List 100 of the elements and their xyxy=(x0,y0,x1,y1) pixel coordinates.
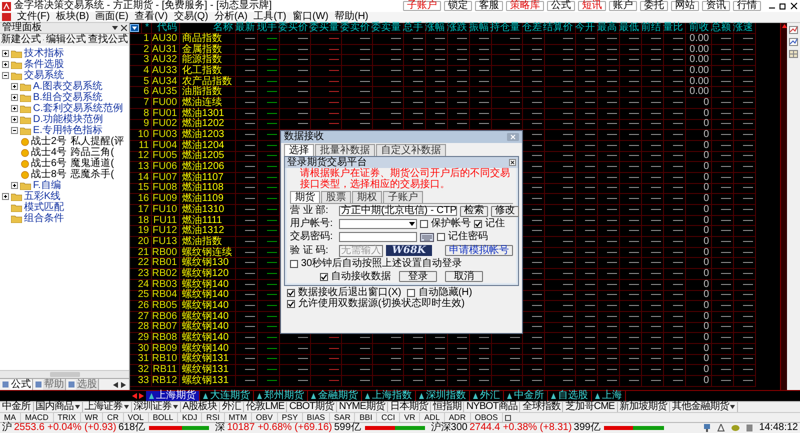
menu-item[interactable]: 画面(E) xyxy=(95,12,128,22)
plus-icon[interactable] xyxy=(11,182,18,189)
tree-item[interactable]: D.功能模块范例 xyxy=(33,114,103,124)
column-header[interactable]: * xyxy=(145,23,149,33)
column-header[interactable]: 委卖量 xyxy=(371,23,401,33)
tree-item[interactable]: 五彩K线 xyxy=(24,192,61,202)
sheet-tab[interactable]: 上海指数 xyxy=(372,391,415,401)
toolbar-button[interactable]: 公式 xyxy=(547,1,575,11)
tree-item[interactable]: C.套利交易系统范例 xyxy=(33,104,123,114)
column-header[interactable]: 总手 xyxy=(403,23,423,33)
search-button[interactable]: 检索 xyxy=(460,206,488,216)
panel-tab[interactable]: 选股 xyxy=(76,380,98,390)
right-arrow-icon[interactable] xyxy=(139,393,144,399)
caret-icon[interactable] xyxy=(124,405,128,409)
bell-icon[interactable] xyxy=(717,424,726,432)
panel-tab[interactable]: 公式 xyxy=(10,380,32,390)
tree-item[interactable]: 模式匹配 xyxy=(24,202,64,212)
column-header[interactable]: 量比 xyxy=(663,23,683,33)
plus-icon[interactable] xyxy=(11,94,18,101)
column-header[interactable]: 前收 xyxy=(689,23,709,33)
login-button[interactable]: 登录 xyxy=(399,271,437,282)
menu-item[interactable]: 窗口(W) xyxy=(292,12,328,22)
tree-item[interactable]: 战士8号 xyxy=(31,170,67,180)
menu-item[interactable]: 查看(V) xyxy=(134,12,168,22)
restore-icon[interactable] xyxy=(779,2,787,10)
checkbox[interactable] xyxy=(287,288,295,296)
checkbox[interactable] xyxy=(320,272,328,280)
toolbar-button[interactable]: 短讯 xyxy=(578,1,606,11)
column-header[interactable]: 振幅 xyxy=(469,23,489,33)
column-header[interactable]: 涨速 xyxy=(733,23,753,33)
column-header[interactable]: 持仓量 xyxy=(490,23,520,33)
column-header[interactable]: 前结 xyxy=(641,23,661,33)
checkbox[interactable] xyxy=(290,260,298,268)
toolbar-button[interactable]: 网站 xyxy=(671,1,699,11)
tree-item[interactable]: E.专用特色指标 xyxy=(33,126,102,136)
password-field[interactable] xyxy=(339,232,417,242)
account-select[interactable] xyxy=(339,219,417,229)
checkbox[interactable] xyxy=(287,300,295,308)
chart-icon[interactable] xyxy=(789,26,798,34)
login-tab[interactable]: 股票 xyxy=(321,191,351,203)
tree-item[interactable]: 交易系统 xyxy=(24,70,64,80)
tree-item[interactable]: 战士2号 xyxy=(31,136,67,146)
sheet-tab[interactable]: 郑州期货 xyxy=(264,391,307,401)
minus-icon[interactable] xyxy=(2,72,9,79)
tree-item[interactable]: 战士4号 xyxy=(31,148,67,158)
cancel-button[interactable]: 取消 xyxy=(445,271,483,282)
tree-item[interactable]: B.组合交易系统 xyxy=(33,92,102,102)
plus-icon[interactable] xyxy=(11,83,18,90)
pin-icon[interactable] xyxy=(112,25,118,31)
dialog-tab[interactable]: 自定义补数据 xyxy=(376,144,446,156)
checkbox[interactable] xyxy=(420,220,428,228)
column-header[interactable]: 代码 xyxy=(157,23,177,33)
sheet-tab[interactable]: 金融期货 xyxy=(318,391,361,401)
tree-item[interactable]: A.图表交易系统 xyxy=(33,82,102,92)
panel-tab[interactable]: 帮助 xyxy=(43,380,65,390)
menu-item[interactable]: 工具(T) xyxy=(254,12,286,22)
plus-icon[interactable] xyxy=(11,116,18,123)
close-icon[interactable] xyxy=(509,159,516,166)
column-header[interactable]: 结算价 xyxy=(543,23,573,33)
column-header[interactable]: 名称 xyxy=(213,23,233,33)
close-icon[interactable] xyxy=(790,2,798,10)
plus-icon[interactable] xyxy=(2,61,9,68)
column-header[interactable]: 委买量 xyxy=(309,23,339,33)
column-header[interactable]: 涨跌 xyxy=(447,23,467,33)
caret-icon[interactable] xyxy=(172,405,178,409)
grid-icon[interactable] xyxy=(789,50,798,58)
right-arrow-icon[interactable] xyxy=(121,382,126,388)
branch-select[interactable]: 方正中期(北京电信) - CTP xyxy=(339,206,457,216)
checkbox[interactable] xyxy=(407,288,416,296)
plus-icon[interactable] xyxy=(2,50,9,57)
toolbar-button[interactable]: 编辑公式 xyxy=(46,35,86,45)
column-header[interactable]: 仓差 xyxy=(522,23,542,33)
dropdown-icon[interactable] xyxy=(130,24,139,32)
toolbar-button[interactable]: 资讯 xyxy=(702,1,730,11)
scrollbar[interactable] xyxy=(780,23,787,390)
checkbox[interactable] xyxy=(437,233,445,241)
sheet-tab[interactable]: 外汇 xyxy=(480,391,503,401)
column-header[interactable]: 最低 xyxy=(619,23,639,33)
tree-item[interactable]: 组合条件 xyxy=(24,214,64,224)
menu-item[interactable]: 文件(F) xyxy=(17,12,50,22)
login-tab[interactable]: 期货 xyxy=(290,191,320,203)
more-icon[interactable] xyxy=(504,414,511,420)
toolbar-button[interactable]: 新建公式 xyxy=(1,35,41,45)
caret-icon[interactable] xyxy=(74,405,80,409)
column-header[interactable]: 涨幅 xyxy=(425,23,445,33)
tree-item[interactable]: 技术指标 xyxy=(24,48,64,58)
close-icon[interactable] xyxy=(121,25,127,31)
tree-item[interactable]: 战士6号 xyxy=(31,158,67,168)
menu-item[interactable]: 帮助(H) xyxy=(334,12,368,22)
sheet-tab[interactable]: 深圳指数 xyxy=(426,391,469,401)
sheet-tab[interactable]: 自选股 xyxy=(558,391,591,401)
dialog-tab[interactable]: 批量补数据 xyxy=(315,144,375,156)
column-header[interactable]: 总额 xyxy=(711,23,731,33)
sheet-tab[interactable]: 大连期货 xyxy=(210,391,253,401)
left-arrow-icon[interactable] xyxy=(132,393,137,399)
column-header[interactable]: 委买价 xyxy=(278,23,308,33)
chart-icon[interactable] xyxy=(789,38,798,46)
menu-item[interactable]: 分析(A) xyxy=(214,12,248,22)
toolbar-button[interactable]: 查找公式 xyxy=(88,35,128,45)
dialog-tab[interactable]: 选择 xyxy=(284,144,314,156)
